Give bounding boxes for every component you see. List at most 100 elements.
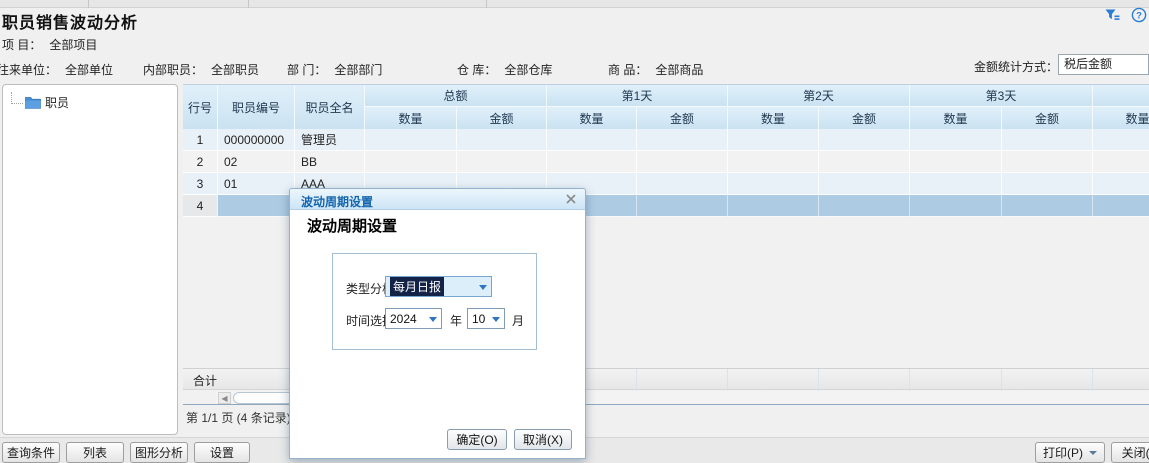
col-group-total: 总额 数量 金额 [365, 85, 547, 129]
table-row[interactable]: 1 000000000 管理员 [183, 129, 1149, 151]
top-toolbar-strip [0, 0, 1149, 8]
close-icon[interactable] [565, 193, 577, 205]
filter-partner: 往来单位：全部单位 [0, 61, 113, 79]
scrollbar-left-arrow-icon[interactable]: ◀ [218, 392, 231, 404]
group-label-day2: 第2天 [728, 85, 910, 107]
table-cell [819, 151, 910, 173]
group-label-total: 总额 [365, 85, 547, 107]
col-header-amount[interactable]: 金额 [457, 107, 547, 129]
tree-connector [11, 92, 23, 104]
col-header-emp-code[interactable]: 职员编号 [218, 85, 295, 129]
staff-label: 内部职员： [143, 63, 203, 77]
col-header-amount[interactable]: 金额 [1002, 107, 1093, 129]
col-header-qty[interactable]: 数量 [365, 107, 457, 129]
table-cell [637, 151, 728, 173]
strip-divider [486, 0, 487, 8]
table-cell [1093, 173, 1149, 195]
month-suffix-label: 月 [512, 312, 524, 329]
col-header-amount[interactable]: 金额 [637, 107, 728, 129]
grid-header: 行号 职员编号 职员全名 总额 数量 金额 第1天 数量 金额 第2天 [183, 85, 1149, 129]
total-label-cell: 合计 [183, 369, 295, 391]
col-header-emp-name[interactable]: 职员全名 [295, 85, 365, 129]
dialog-titlebar[interactable]: 波动周期设置 [290, 189, 585, 210]
table-cell [457, 129, 547, 151]
filter-warehouse: 仓 库：全部仓库 [457, 61, 552, 79]
emp-code-cell: 01 [218, 173, 295, 195]
goods-value: 全部商品 [655, 63, 703, 77]
type-analysis-value: 每月日报 [390, 277, 444, 296]
list-button[interactable]: 列表 [66, 442, 124, 463]
group-label-day4 [1093, 85, 1149, 107]
page-title: 职员销售波动分析 [2, 9, 138, 33]
col-group-day3: 第3天 数量 金额 [910, 85, 1093, 129]
amount-mode-label: 金额统计方式： [974, 58, 1058, 75]
row-no-cell: 1 [183, 129, 218, 151]
total-cell [910, 369, 1002, 391]
table-cell [728, 173, 819, 195]
year-select[interactable]: 2024 [385, 308, 442, 329]
total-cell [819, 369, 910, 391]
col-header-row-no[interactable]: 行号 [183, 85, 218, 129]
partner-label: 往来单位： [0, 63, 57, 77]
strip-divider [248, 0, 249, 8]
table-cell [1002, 173, 1093, 195]
department-label: 部 门： [287, 63, 326, 77]
print-button[interactable]: 打印(P) [1035, 442, 1105, 463]
row-no-cell: 2 [183, 151, 218, 173]
ok-button[interactable]: 确定(O) [447, 429, 507, 450]
month-select[interactable]: 10 [467, 308, 505, 329]
employee-tree-panel: 职员 [2, 84, 178, 435]
dialog-heading: 波动周期设置 [307, 215, 397, 236]
settings-button[interactable]: 设置 [194, 442, 250, 463]
type-analysis-select[interactable]: 每月日报 [385, 276, 492, 297]
filter-staff: 内部职员： 全部职员 [143, 61, 259, 79]
project-label: 项 目： [2, 38, 41, 52]
warehouse-label: 仓 库： [457, 63, 496, 77]
group-label-day1: 第1天 [547, 85, 728, 107]
filter-funnel-icon[interactable] [1104, 7, 1120, 28]
close-button[interactable]: 关闭(C) [1111, 442, 1149, 463]
table-cell [637, 129, 728, 151]
staff-value: 全部职员 [211, 63, 259, 77]
col-header-qty[interactable]: 数量 [910, 107, 1002, 129]
cancel-button[interactable]: 取消(X) [514, 429, 572, 450]
table-cell [365, 129, 457, 151]
emp-code-cell [218, 195, 295, 217]
pager-status: 第 1/1 页 (4 条记录) [186, 409, 291, 426]
dialog-title: 波动周期设置 [301, 193, 373, 210]
col-header-qty[interactable]: 数量 [728, 107, 819, 129]
col-header-amount[interactable]: 金额 [819, 107, 910, 129]
print-dropdown-arrow-icon [1089, 451, 1097, 455]
dialog-group-box [332, 253, 537, 350]
tree-item-employees[interactable]: 职员 [11, 93, 69, 111]
total-cell [728, 369, 819, 391]
query-conditions-button[interactable]: 查询条件 [2, 442, 60, 463]
chevron-down-icon [429, 317, 437, 322]
table-cell [910, 151, 1002, 173]
row-no-cell: 4 [183, 195, 218, 217]
emp-code-cell: 02 [218, 151, 295, 173]
col-header-qty[interactable]: 数量 [1093, 107, 1149, 129]
amount-mode-select[interactable]: 税后金额 [1058, 54, 1149, 75]
table-cell [819, 195, 910, 217]
chart-analysis-button[interactable]: 图形分析 [130, 442, 188, 463]
table-cell [728, 129, 819, 151]
row-no-cell: 3 [183, 173, 218, 195]
table-cell [1093, 129, 1149, 151]
table-cell [910, 129, 1002, 151]
col-header-qty[interactable]: 数量 [547, 107, 637, 129]
table-cell [728, 151, 819, 173]
goods-label: 商 品： [608, 63, 647, 77]
emp-name-cell: 管理员 [295, 129, 365, 151]
month-value: 10 [472, 312, 485, 326]
table-cell [637, 195, 728, 217]
table-cell [910, 173, 1002, 195]
table-row[interactable]: 2 02 BB [183, 151, 1149, 173]
period-settings-dialog: 波动周期设置 波动周期设置 类型分析 每月日报 时间选择 2024 年 10 月… [289, 188, 586, 459]
app-window: 职员销售波动分析 ? 项 目：全部项目 往来单位：全部单位 内部职员：全部职员 … [0, 0, 1149, 463]
chevron-down-icon [492, 317, 500, 322]
table-cell [547, 151, 637, 173]
emp-name-cell: BB [295, 151, 365, 173]
group-label-day3: 第3天 [910, 85, 1093, 107]
help-icon[interactable]: ? [1131, 7, 1147, 28]
